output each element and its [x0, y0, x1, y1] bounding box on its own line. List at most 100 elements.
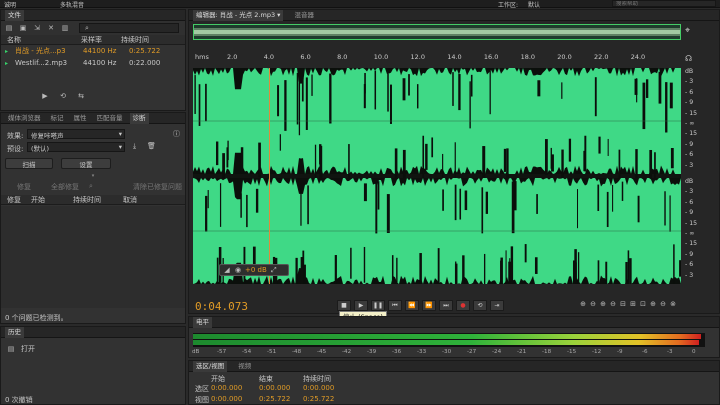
- go-to-start-button[interactable]: ⏮: [388, 300, 402, 311]
- level-bar-right: [193, 340, 699, 345]
- panel-divider[interactable]: ▾: [1, 173, 185, 179]
- file-row[interactable]: ▸ 肖战 - 光点...p3 44100 Hz 0:25.722: [1, 45, 185, 57]
- repair-all-button[interactable]: 全部修复: [51, 182, 79, 192]
- zoom-reset-icon[interactable]: ⊗: [669, 300, 677, 308]
- zoom-in-amplitude-icon[interactable]: ⊕: [579, 300, 587, 308]
- selection-start[interactable]: 0:00.000: [211, 384, 242, 392]
- tab-properties[interactable]: 属性: [71, 113, 90, 124]
- headphones-icon[interactable]: ☊: [685, 54, 692, 63]
- fast-forward-button[interactable]: ⏩: [422, 300, 436, 311]
- workspace-select[interactable]: 默认: [528, 0, 540, 9]
- settings-button[interactable]: 设置: [61, 158, 111, 169]
- waveform-detail: [363, 183, 367, 202]
- tab-diagnostics[interactable]: 诊断: [129, 112, 149, 124]
- repair-button[interactable]: 修复: [17, 182, 31, 192]
- meter-scale-label: dB: [192, 349, 200, 355]
- waveform-detail: [665, 82, 668, 133]
- help-search-input[interactable]: [612, 0, 716, 7]
- db-scale-label: - 3: [685, 161, 694, 169]
- meter-scale-label: -30: [442, 349, 452, 355]
- import-icon[interactable]: ⇲: [33, 24, 41, 32]
- view-duration[interactable]: 0:25.722: [303, 395, 334, 403]
- history-tab[interactable]: 历史: [5, 326, 24, 338]
- waveform-mode-button[interactable]: 诚明: [4, 0, 16, 9]
- new-file-icon[interactable]: ▤: [5, 24, 13, 32]
- tab-selection-view[interactable]: 选区/视图: [193, 360, 228, 372]
- loop-button[interactable]: ⟲: [473, 300, 487, 311]
- tab-editor[interactable]: 编辑器: 肖战 - 光点 2.mp3 ▾: [193, 9, 284, 21]
- issues-list[interactable]: [1, 206, 185, 308]
- zoom-icon[interactable]: ⌕: [89, 182, 93, 191]
- col-repair[interactable]: 修复: [1, 195, 31, 205]
- waveform-display[interactable]: ◢ ◉ +0 dB ⤢: [193, 68, 682, 311]
- zoom-right-icon[interactable]: ⊖: [659, 300, 667, 308]
- selection-duration[interactable]: 0:00.000: [303, 384, 334, 392]
- play-file-icon[interactable]: ▶: [41, 92, 49, 100]
- play-button[interactable]: ▶: [354, 300, 368, 311]
- waveform-detail: [402, 78, 406, 101]
- loop-icon[interactable]: ⟲: [59, 92, 67, 100]
- waveform-detail: [319, 145, 323, 180]
- waveform-detail: [314, 144, 317, 179]
- tab-video[interactable]: 视频: [235, 361, 254, 372]
- timeline-ruler[interactable]: hms 2.0 4.0 6.0 8.0 10.0 12.0 14.0 16.0 18.0 20.0…: [193, 53, 681, 64]
- clear-repaired-button[interactable]: 清除已修复问题: [133, 182, 182, 192]
- ruler-tick-label: 10.0: [373, 53, 389, 61]
- tab-markers[interactable]: 标记: [48, 113, 67, 124]
- pause-button[interactable]: ❚❚: [371, 300, 385, 311]
- preset-select[interactable]: (默认) ▾: [27, 142, 125, 153]
- db-scale-label: dB: [685, 178, 694, 185]
- files-search-input[interactable]: ⌕: [79, 23, 179, 33]
- zoom-left-icon[interactable]: ⊕: [649, 300, 657, 308]
- multitrack-mode-button[interactable]: 多轨混音: [60, 0, 84, 9]
- view-end[interactable]: 0:25.722: [259, 395, 290, 403]
- selection-end[interactable]: 0:00.000: [259, 384, 290, 392]
- record-button[interactable]: ●: [456, 300, 470, 311]
- delete-preset-icon[interactable]: 🗑: [147, 142, 156, 150]
- zoom-full-icon[interactable]: ⌖: [685, 26, 690, 36]
- effect-select[interactable]: 修复咔嗒声 ▾: [27, 129, 125, 140]
- skip-selection-button[interactable]: ⇥: [490, 300, 504, 311]
- go-to-end-button[interactable]: ⏭: [439, 300, 453, 311]
- stop-button[interactable]: ■: [337, 300, 351, 311]
- save-preset-icon[interactable]: ⤓: [133, 142, 136, 151]
- trash-icon[interactable]: ▥: [61, 24, 69, 32]
- col-rate[interactable]: 采样率: [81, 35, 121, 45]
- zoom-out-amplitude-icon[interactable]: ⊖: [589, 300, 597, 308]
- tab-media-browser[interactable]: 媒体浏览器: [5, 113, 44, 124]
- scan-button[interactable]: 扫描: [5, 158, 53, 169]
- playhead[interactable]: [269, 68, 270, 284]
- pin-icon[interactable]: ⤢: [270, 266, 278, 274]
- waveform-detail: [482, 146, 486, 178]
- col-duration[interactable]: 持续时间: [121, 35, 171, 45]
- open-file-icon[interactable]: ▣: [19, 24, 27, 32]
- tab-mixer[interactable]: 混音器: [291, 10, 317, 21]
- files-tab[interactable]: 文件: [5, 9, 24, 21]
- col-name[interactable]: 名称: [1, 35, 81, 45]
- zoom-out-time-icon[interactable]: ⊖: [609, 300, 617, 308]
- info-icon[interactable]: ⓘ: [173, 129, 180, 139]
- waveform-detail: [625, 262, 628, 304]
- tab-match-volume[interactable]: 匹配音量: [94, 113, 126, 124]
- knob-icon[interactable]: ◉: [234, 266, 242, 274]
- waveform-detail: [584, 135, 587, 172]
- db-scale-label: - 3: [685, 188, 694, 196]
- col-start[interactable]: 开始: [31, 195, 73, 205]
- zoom-in-point-icon[interactable]: ⊞: [629, 300, 637, 308]
- view-start[interactable]: 0:00.000: [211, 395, 242, 403]
- hud-panel[interactable]: ◢ ◉ +0 dB ⤢: [219, 264, 289, 276]
- rewind-button[interactable]: ⏪: [405, 300, 419, 311]
- levels-tab[interactable]: 电平: [193, 316, 212, 328]
- db-scale-label: - ∞: [685, 120, 695, 127]
- file-row[interactable]: ▸ Westlif...2.mp3 44100 Hz 0:22.000: [1, 57, 185, 69]
- close-file-icon[interactable]: ✕: [47, 24, 55, 32]
- zoom-in-time-icon[interactable]: ⊕: [599, 300, 607, 308]
- zoom-out-full-icon[interactable]: ⊟: [619, 300, 627, 308]
- waveform-detail: [612, 184, 614, 212]
- zoom-selection-icon[interactable]: ⊡: [639, 300, 647, 308]
- waveform-overview[interactable]: [193, 24, 681, 40]
- col-cancel[interactable]: 取消: [123, 195, 163, 205]
- history-item[interactable]: ▤ 打开: [1, 343, 185, 355]
- autoplay-icon[interactable]: ⇆: [77, 92, 85, 100]
- col-duration[interactable]: 持续时间: [73, 195, 123, 205]
